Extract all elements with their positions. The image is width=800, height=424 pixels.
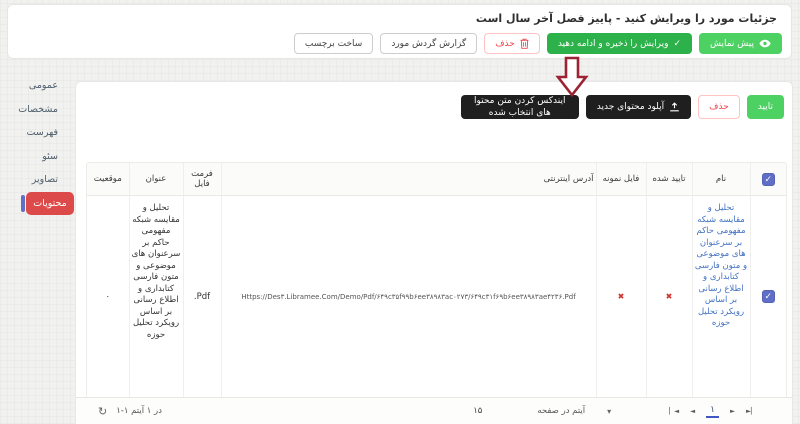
current-page-button[interactable]: ۱ [706,405,719,418]
page: { "header": { "title": "جزئیات مورد را و… [0,0,800,424]
table-row: ✓ تحلیل و مقایسه شبکه مفهومی حاکم بر سرع… [87,196,786,398]
next-page-button[interactable]: ► [730,407,735,415]
header-url: آدرس اینترنتی [221,163,596,196]
content-name-link[interactable]: تحلیل و مقایسه شبکه مفهومی حاکم بر سرعنو… [695,203,748,330]
cell-sample-file: ✖ [596,196,646,398]
refresh-icon[interactable]: ↻ [98,405,107,418]
cell-file-format: Pdf. [183,196,221,398]
save-continue-button[interactable]: ✓ ویرایش را ذخیره و ادامه دهید [547,33,692,54]
trash-icon [520,38,529,49]
index-selected-content-button[interactable]: ایندکس کردن متن محتوا های انتخاب شده [461,95,579,119]
eye-icon [759,39,771,48]
annotation-arrow-icon [553,56,591,98]
make-label-button-label: ساخت برچسب [305,39,362,49]
row-select-cell: ✓ [750,196,786,398]
report-circulation-button-label: گزارش گردش مورد [391,39,466,49]
sidebar-item-seo[interactable]: سئو [0,145,70,169]
make-label-button[interactable]: ساخت برچسب [294,33,373,54]
header-sample-file: فایل نمونه [596,163,646,196]
header-position: موقعیت [87,163,129,196]
approve-button-label: تایید [758,102,773,112]
page-size-label: آیتم در صفحه [537,406,585,416]
index-selected-content-button-label: ایندکس کردن متن محتوا های انتخاب شده [470,95,570,119]
preview-button-label: پیش نمایش [710,39,754,49]
upload-icon [669,102,680,112]
cell-title: تحلیل و مقایسه شبکه مفهومی حاکم بر سرعنو… [129,196,183,398]
delete-content-button[interactable]: حذف [698,95,740,119]
sidebar-item-index[interactable]: فهرست [0,121,70,145]
save-continue-button-label: ویرایش را ذخیره و ادامه دهید [558,39,669,49]
header-file-format: فرمت فایل [183,163,221,196]
delete-button-label: حذف [495,39,515,49]
grid-pager: ↻ ۱-۱ در ۱ آیتم ۱۵ آیتم در صفحه ▾ ▏◄ ◄ ۱… [76,397,792,424]
grid-header-row: ✓ نام تایید شده فایل نمونه آدرس اینترنتی… [87,163,786,196]
report-circulation-button[interactable]: گزارش گردش مورد [380,33,477,54]
cell-name: تحلیل و مقایسه شبکه مفهومی حاکم بر سرعنو… [692,196,750,398]
contents-toolbar: تایید حذف آپلود محتوای جدید ایندکس کردن … [461,95,784,119]
header-name: نام [692,163,750,196]
delete-content-button-label: حذف [709,102,729,112]
upload-new-content-button[interactable]: آپلود محتوای جدید [586,95,691,119]
no-sample-file-x-icon: ✖ [618,292,625,301]
header-card: جزئیات مورد را ویرایش کنید - پاییز فصل آ… [7,4,792,59]
cell-position: ۰ [87,196,129,398]
pager-info: ۱-۱ در ۱ آیتم [116,406,162,416]
not-approved-x-icon: ✖ [666,292,673,301]
content-title: تحلیل و مقایسه شبکه مفهومی حاکم بر سرعنو… [132,203,181,341]
sidebar-item-contents[interactable]: محتویات [26,192,74,216]
pager-nav: ▏◄ ◄ ۱ ► ►▏ [669,405,756,418]
header-title: عنوان [129,163,183,196]
page-title: جزئیات مورد را ویرایش کنید - پاییز فصل آ… [476,12,777,25]
prev-page-button[interactable]: ◄ [690,407,695,415]
page-size-value[interactable]: ۱۵ [473,406,482,416]
sidebar-item-general[interactable]: عمومی [0,74,70,98]
first-page-button[interactable]: ▏◄ [669,407,679,415]
header-actions: پیش نمایش ✓ ویرایش را ذخیره و ادامه دهید… [294,33,782,54]
content-url: Https://Des۳.Libramee.Com/Demo/Pdf/۶۴۹c۳… [224,293,594,301]
cell-approved: ✖ [646,196,692,398]
header-approved: تایید شده [646,163,692,196]
delete-button[interactable]: حذف [484,33,540,54]
upload-new-content-button-label: آپلود محتوای جدید [597,102,664,112]
header-select-all-cell: ✓ [750,163,786,196]
contents-panel: تایید حذف آپلود محتوای جدید ایندکس کردن … [75,81,793,424]
chevron-down-icon[interactable]: ▾ [607,407,611,416]
sidebar-item-specifications[interactable]: مشخصات [0,98,70,122]
cell-url: Https://Des۳.Libramee.Com/Demo/Pdf/۶۴۹c۳… [221,196,596,398]
last-page-button[interactable]: ►▏ [746,407,756,415]
sidebar-tabs: عمومی مشخصات فهرست سئو تصاویر محتویات [0,74,70,215]
approve-button[interactable]: تایید [747,95,784,119]
check-icon: ✓ [673,39,681,49]
row-checkbox[interactable]: ✓ [762,290,775,303]
preview-button[interactable]: پیش نمایش [699,33,782,54]
position-value: ۰ [105,292,110,302]
sidebar-item-images[interactable]: تصاویر [0,168,70,192]
contents-grid: ✓ نام تایید شده فایل نمونه آدرس اینترنتی… [86,162,787,397]
file-format-value: Pdf. [194,292,210,302]
select-all-checkbox[interactable]: ✓ [762,173,775,186]
